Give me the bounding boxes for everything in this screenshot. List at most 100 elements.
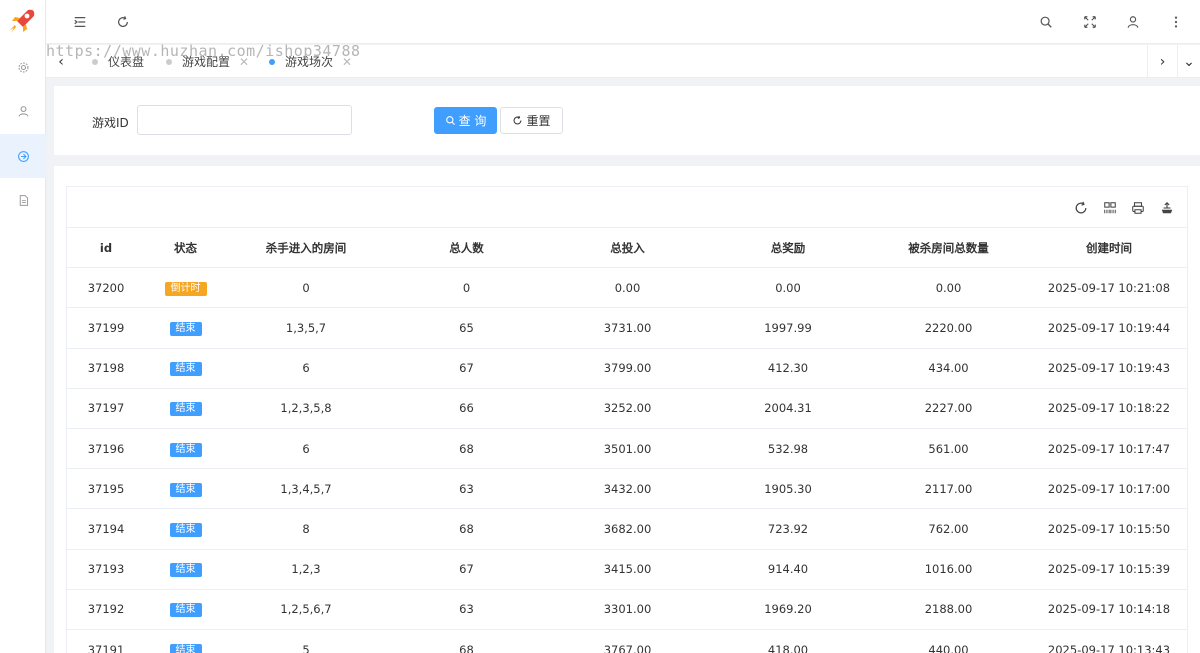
chevron-down-icon[interactable]: ⌄: [1177, 45, 1200, 78]
id-cell: 37192: [67, 588, 145, 630]
search-icon: [445, 116, 455, 126]
column-header[interactable]: 总投入: [547, 226, 708, 268]
created-cell: 2025-09-17 10:19:44: [1029, 307, 1187, 349]
reward-cell: 1969.20: [708, 588, 868, 630]
table-row[interactable]: 37198 结束 6 67 3799.00 412.30 434.00 2025-09-17 …: [67, 347, 1187, 389]
sidebar-item-games[interactable]: [0, 134, 46, 178]
status-badge: 结束: [169, 362, 202, 377]
reward-cell: 2004.31: [708, 387, 868, 429]
status-cell: 结束: [145, 307, 226, 349]
game-id-input[interactable]: [137, 105, 352, 135]
reward-cell: 412.30: [708, 347, 868, 389]
query-button-label: 查 询: [458, 114, 487, 128]
table-row[interactable]: 37193 结束 1,2,3 67 3415.00 914.40 1016.00 2025-0…: [67, 548, 1187, 590]
investment-cell: 3501.00: [547, 427, 708, 469]
column-header[interactable]: 总奖励: [708, 226, 868, 268]
refresh-icon[interactable]: [114, 13, 132, 31]
column-header[interactable]: 创建时间: [1029, 226, 1187, 268]
table-header-row: id 状态 杀手进入的房间 总人数 总投入 总奖励 被杀房间总数量 创建时间: [67, 226, 1187, 268]
gear-icon: [18, 62, 28, 72]
reward-cell: 418.00: [708, 628, 868, 653]
created-cell: 2025-09-17 10:17:47: [1029, 427, 1187, 469]
id-cell: 37198: [67, 347, 145, 389]
investment-cell: 3731.00: [547, 307, 708, 349]
sidebar: [0, 0, 46, 653]
investment-cell: 0.00: [547, 267, 708, 308]
players-cell: 68: [386, 427, 547, 469]
id-cell: 37197: [67, 387, 145, 429]
search-panel: 游戏ID 查 询 重置: [54, 86, 1200, 155]
players-cell: 63: [386, 588, 547, 630]
rooms-cell: 6: [226, 427, 386, 469]
table-row[interactable]: 37195 结束 1,3,4,5,7 63 3432.00 1905.30 2117.00 2…: [67, 468, 1187, 509]
table-row[interactable]: 37194 结束 8 68 3682.00 723.92 762.00 2025-09-17 …: [67, 508, 1187, 549]
sidebar-item-settings[interactable]: [0, 45, 46, 89]
rooms-cell: 1,2,3,5,8: [226, 387, 386, 429]
column-header[interactable]: 总人数: [386, 226, 547, 268]
status-badge: 结束: [169, 482, 202, 497]
table-row[interactable]: 37196 结束 6 68 3501.00 532.98 561.00 2025-09-17 …: [67, 427, 1187, 469]
status-cell: 结束: [145, 628, 226, 653]
killed-total-cell: 2188.00: [868, 588, 1029, 630]
table-row[interactable]: 37200 倒计时 0 0 0.00 0.00 0.00 2025-09-17 10:21:0…: [67, 267, 1187, 308]
rooms-cell: 0: [226, 267, 386, 308]
killed-total-cell: 762.00: [868, 508, 1029, 549]
investment-cell: 3415.00: [547, 548, 708, 590]
reward-cell: 0.00: [708, 267, 868, 308]
id-cell: 37195: [67, 468, 145, 509]
killed-total-cell: 561.00: [868, 427, 1029, 469]
created-cell: 2025-09-17 10:15:50: [1029, 508, 1187, 549]
status-cell: 结束: [145, 427, 226, 469]
table-panel: id 状态 杀手进入的房间 总人数 总投入 总奖励 被杀房间总数量 创建时间 3…: [54, 166, 1200, 653]
table-row[interactable]: 37192 结束 1,2,5,6,7 63 3301.00 1969.20 2188.00 2…: [67, 588, 1187, 630]
rooms-cell: 6: [226, 347, 386, 389]
killed-total-cell: 2117.00: [868, 468, 1029, 509]
table-refresh-icon[interactable]: [1073, 200, 1089, 216]
column-header[interactable]: 杀手进入的房间: [226, 226, 386, 268]
reward-cell: 1905.30: [708, 468, 868, 509]
top-header: [46, 0, 1200, 44]
reset-button[interactable]: 重置: [500, 107, 563, 134]
id-cell: 37199: [67, 307, 145, 349]
status-badge: 结束: [169, 402, 202, 417]
export-icon[interactable]: [1159, 200, 1175, 216]
table-row[interactable]: 37191 结束 5 68 3767.00 418.00 440.00 2025-09-17 …: [67, 628, 1187, 653]
watermark: https://www.huzhan.com/ishop34788: [46, 42, 361, 60]
table-row[interactable]: 37199 结束 1,3,5,7 65 3731.00 1997.99 2220.00 202…: [67, 307, 1187, 349]
query-button[interactable]: 查 询: [434, 107, 497, 134]
status-cell: 结束: [145, 387, 226, 429]
user-account-icon[interactable]: [1124, 13, 1142, 31]
killed-total-cell: 434.00: [868, 347, 1029, 389]
column-header[interactable]: id: [67, 226, 145, 268]
rooms-cell: 5: [226, 628, 386, 653]
rooms-cell: 1,3,5,7: [226, 307, 386, 349]
columns-grid-icon[interactable]: [1102, 200, 1118, 216]
investment-cell: 3252.00: [547, 387, 708, 429]
status-badge: 结束: [169, 321, 202, 336]
players-cell: 68: [386, 628, 547, 653]
created-cell: 2025-09-17 10:15:39: [1029, 548, 1187, 590]
rocket-logo-icon: [6, 6, 38, 38]
more-vertical-icon[interactable]: [1167, 13, 1185, 31]
game-sessions-table: id 状态 杀手进入的房间 总人数 总投入 总奖励 被杀房间总数量 创建时间 3…: [67, 226, 1187, 653]
id-cell: 37191: [67, 628, 145, 653]
players-cell: 67: [386, 347, 547, 389]
investment-cell: 3767.00: [547, 628, 708, 653]
search-icon[interactable]: [1037, 13, 1055, 31]
sidebar-item-users[interactable]: [0, 89, 46, 133]
created-cell: 2025-09-17 10:13:43: [1029, 628, 1187, 653]
fullscreen-icon[interactable]: [1081, 13, 1099, 31]
tabs-scroll-right-icon[interactable]: ›: [1147, 45, 1177, 78]
players-cell: 0: [386, 267, 547, 308]
investment-cell: 3799.00: [547, 347, 708, 389]
id-cell: 37196: [67, 427, 145, 469]
column-header[interactable]: 状态: [145, 226, 226, 268]
table-row[interactable]: 37197 结束 1,2,3,5,8 66 3252.00 2004.31 2227.00 2…: [67, 387, 1187, 429]
menu-fold-icon[interactable]: [71, 13, 89, 31]
reset-button-label: 重置: [526, 114, 551, 128]
status-badge: 结束: [169, 563, 202, 578]
column-header[interactable]: 被杀房间总数量: [868, 226, 1029, 268]
id-cell: 37194: [67, 508, 145, 549]
sidebar-item-documents[interactable]: [0, 178, 46, 222]
print-icon[interactable]: [1130, 200, 1146, 216]
